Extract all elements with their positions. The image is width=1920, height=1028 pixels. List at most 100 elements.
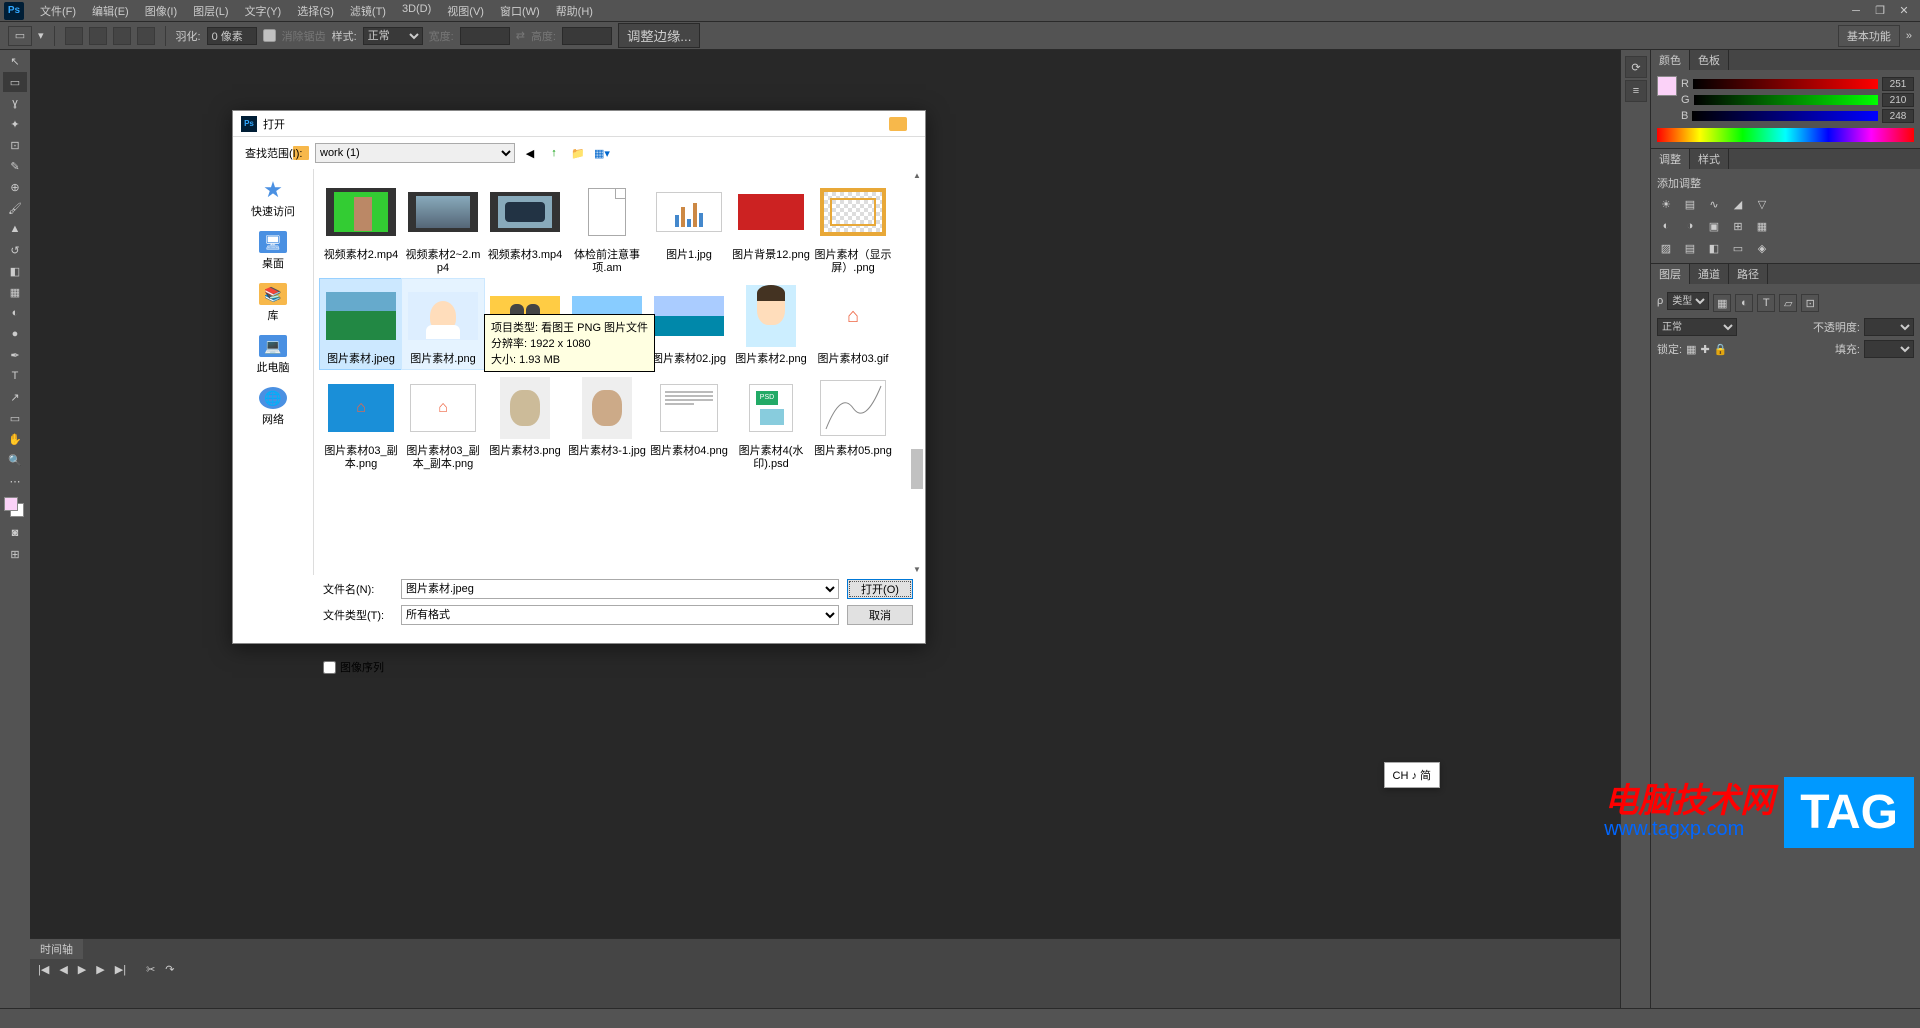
file-item[interactable]: 体检前注意事项.am — [566, 175, 648, 277]
lock-pixels-icon[interactable]: ▦ — [1686, 343, 1696, 356]
place-network[interactable]: 🌐网络 — [233, 381, 313, 433]
timeline-next-icon[interactable]: ▶ — [96, 963, 104, 976]
file-item[interactable]: 图片素材05.png — [812, 371, 894, 473]
lookup-select[interactable]: work (1) — [315, 143, 515, 163]
place-quick-access[interactable]: ★快速访问 — [233, 173, 313, 225]
maximize-button[interactable]: ❐ — [1868, 2, 1892, 20]
move-tool-icon[interactable]: ↖ — [3, 51, 27, 71]
r-value-input[interactable] — [1882, 77, 1914, 91]
menu-item[interactable]: 3D(D) — [394, 1, 439, 21]
hand-tool-icon[interactable]: ✋ — [3, 429, 27, 449]
menu-item[interactable]: 滤镜(T) — [342, 1, 394, 21]
file-item[interactable]: 图片素材02.jpg — [648, 279, 730, 368]
tab-adjustments[interactable]: 调整 — [1651, 149, 1690, 169]
open-button[interactable]: 打开(O) — [847, 579, 913, 599]
magic-wand-tool-icon[interactable]: ✦ — [3, 114, 27, 134]
menu-item[interactable]: 帮助(H) — [548, 1, 601, 21]
file-item[interactable]: 图片1.jpg — [648, 175, 730, 277]
feather-input[interactable] — [207, 27, 257, 45]
hue-icon[interactable]: ◐ — [1657, 217, 1675, 235]
b-value-input[interactable] — [1882, 109, 1914, 123]
timeline-split-icon[interactable]: ↷ — [165, 963, 174, 976]
bw-icon[interactable]: ◑ — [1681, 217, 1699, 235]
selection-subtract-icon[interactable] — [113, 27, 131, 45]
curves-icon[interactable]: ∿ — [1705, 195, 1723, 213]
color-lookup-icon[interactable]: ▦ — [1753, 217, 1771, 235]
menu-item[interactable]: 文件(F) — [32, 1, 84, 21]
ime-indicator[interactable]: CH ♪ 简 — [1384, 762, 1441, 788]
brightness-icon[interactable]: ☀ — [1657, 195, 1675, 213]
channel-mixer-icon[interactable]: ⊞ — [1729, 217, 1747, 235]
file-item[interactable]: 图片背景12.png — [730, 175, 812, 277]
place-this-pc[interactable]: 💻此电脑 — [233, 329, 313, 381]
file-item[interactable]: 图片素材.png — [402, 279, 484, 368]
color-swatches[interactable] — [4, 497, 24, 517]
tab-paths[interactable]: 路径 — [1729, 264, 1768, 284]
file-item[interactable]: 视频素材2.mp4 — [320, 175, 402, 277]
lasso-tool-icon[interactable]: ɣ — [3, 93, 27, 113]
style-select[interactable]: 正常 — [363, 27, 423, 45]
file-item[interactable]: 视频素材3.mp4 — [484, 175, 566, 277]
blend-mode-select[interactable]: 正常 — [1657, 318, 1737, 336]
stamp-tool-icon[interactable]: ▲ — [3, 219, 27, 239]
selection-intersect-icon[interactable] — [137, 27, 155, 45]
properties-panel-icon[interactable]: ≡ — [1625, 80, 1647, 102]
screen-mode-icon[interactable]: ⊞ — [3, 544, 27, 564]
file-item[interactable]: 视频素材2~2.mp4 — [402, 175, 484, 277]
file-list-area[interactable]: 视频素材2.mp4视频素材2~2.mp4视频素材3.mp4体检前注意事项.am图… — [313, 169, 925, 575]
timeline-prev-icon[interactable]: ◀ — [59, 963, 67, 976]
selective-color-icon[interactable]: ◈ — [1753, 239, 1771, 257]
g-slider[interactable] — [1694, 95, 1878, 105]
more-tools-icon[interactable]: ⋯ — [3, 471, 27, 491]
file-item[interactable]: PSD图片素材4(水印).psd — [730, 371, 812, 473]
filetype-select[interactable]: 所有格式 — [401, 605, 839, 625]
place-libraries[interactable]: 📚库 — [233, 277, 313, 329]
filter-smart-icon[interactable]: ⊡ — [1801, 294, 1819, 312]
file-item[interactable]: ⌂图片素材03_副本_副本.png — [402, 371, 484, 473]
timeline-audio-icon[interactable]: ✂ — [146, 963, 155, 976]
vibrance-icon[interactable]: ▽ — [1753, 195, 1771, 213]
dodge-tool-icon[interactable]: ● — [3, 324, 27, 344]
menu-item[interactable]: 选择(S) — [289, 1, 342, 21]
filter-shape-icon[interactable]: ▱ — [1779, 294, 1797, 312]
history-brush-tool-icon[interactable]: ↺ — [3, 240, 27, 260]
posterize-icon[interactable]: ▤ — [1681, 239, 1699, 257]
new-folder-icon[interactable]: 📁 — [569, 144, 587, 162]
scroll-down-icon[interactable]: ▼ — [911, 563, 923, 575]
shape-tool-icon[interactable]: ▭ — [3, 408, 27, 428]
tab-swatches[interactable]: 色板 — [1690, 50, 1729, 70]
brush-tool-icon[interactable]: 🖌 — [3, 198, 27, 218]
file-item[interactable]: 图片素材.jpeg — [320, 279, 402, 368]
view-mode-icon[interactable]: ▦▾ — [593, 144, 611, 162]
lock-position-icon[interactable]: ✚ — [1700, 343, 1709, 356]
filename-input[interactable]: 图片素材.jpeg — [401, 579, 839, 599]
timeline-first-icon[interactable]: |◀ — [38, 963, 49, 976]
cancel-button[interactable]: 取消 — [847, 605, 913, 625]
path-tool-icon[interactable]: ↗ — [3, 387, 27, 407]
layer-filter-select[interactable]: 类型 — [1667, 292, 1709, 310]
menu-item[interactable]: 视图(V) — [439, 1, 492, 21]
up-nav-icon[interactable]: ↑ — [545, 144, 563, 162]
file-item[interactable]: 图片素材2.png — [730, 279, 812, 368]
file-item[interactable]: 图片素材（显示屏）.png — [812, 175, 894, 277]
invert-icon[interactable]: ▨ — [1657, 239, 1675, 257]
bridge-icon[interactable] — [889, 117, 907, 131]
menu-item[interactable]: 文字(Y) — [237, 1, 290, 21]
r-slider[interactable] — [1693, 79, 1878, 89]
history-panel-icon[interactable]: ⟳ — [1625, 56, 1647, 78]
tab-styles[interactable]: 样式 — [1690, 149, 1729, 169]
marquee-tool-icon[interactable]: ▭ — [3, 72, 27, 92]
place-desktop[interactable]: 🖥桌面 — [233, 225, 313, 277]
pen-tool-icon[interactable]: ✒ — [3, 345, 27, 365]
tab-channels[interactable]: 通道 — [1690, 264, 1729, 284]
search-icon[interactable]: » — [1906, 30, 1912, 42]
minimize-button[interactable]: ─ — [1844, 2, 1868, 20]
blur-tool-icon[interactable]: ◐ — [3, 303, 27, 323]
fg-color-swatch[interactable] — [1657, 76, 1677, 96]
type-tool-icon[interactable]: T — [3, 366, 27, 386]
selection-add-icon[interactable] — [89, 27, 107, 45]
file-item[interactable]: ⌂图片素材03_副本.png — [320, 371, 402, 473]
marquee-tool-preset-icon[interactable]: ▭ — [8, 26, 32, 46]
menu-item[interactable]: 窗口(W) — [492, 1, 548, 21]
file-item[interactable]: 图片素材3.png — [484, 371, 566, 473]
